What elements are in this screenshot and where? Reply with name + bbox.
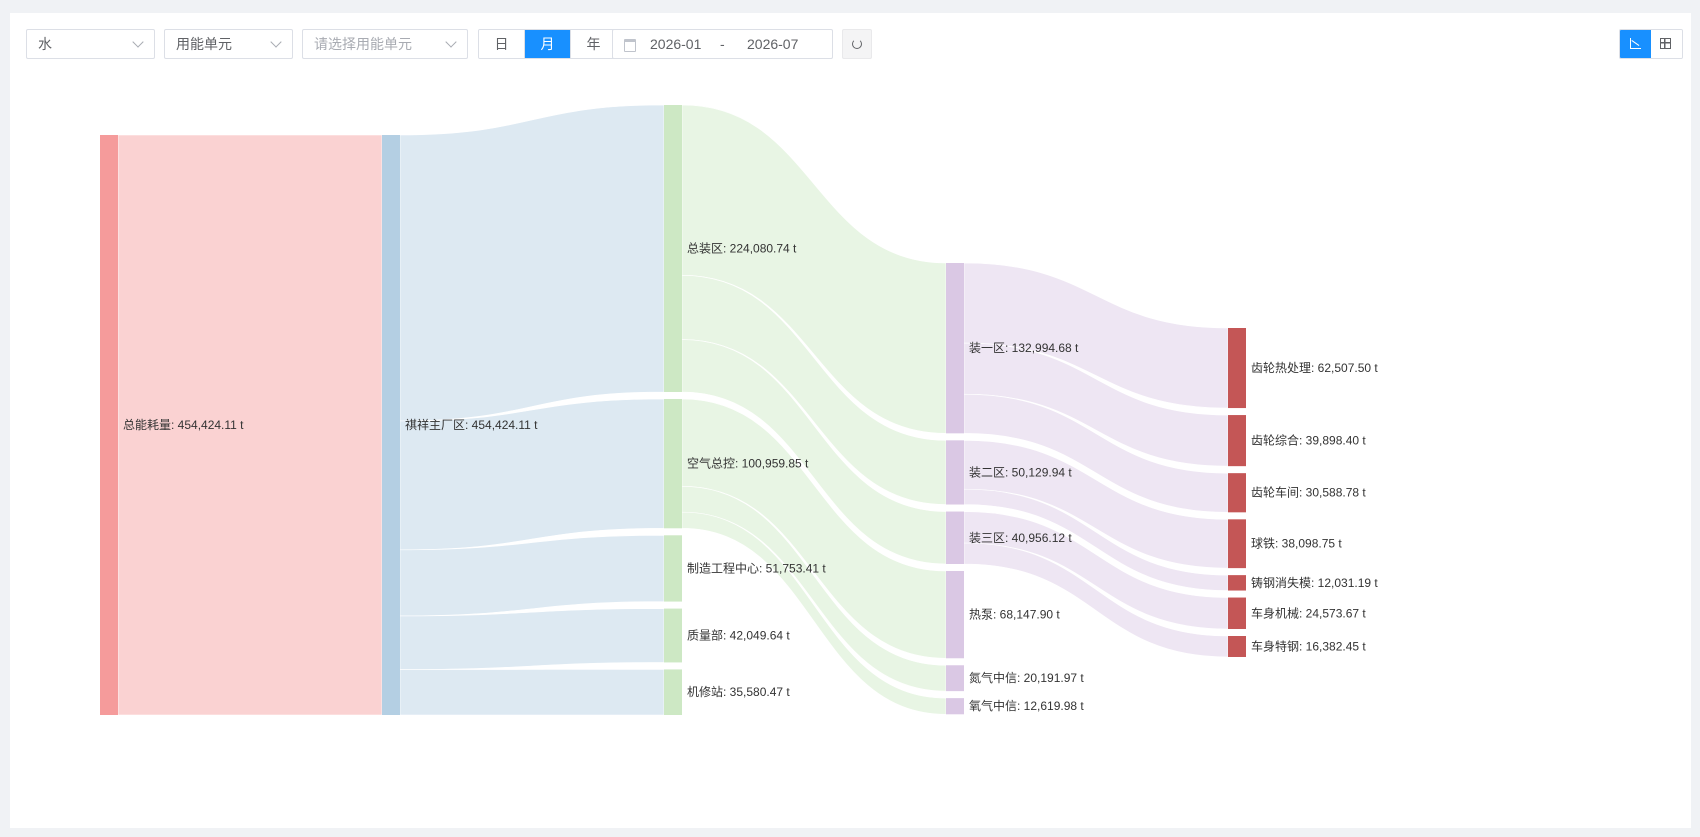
view-toggle xyxy=(1619,29,1683,59)
period-year-button[interactable]: 年 xyxy=(570,30,616,58)
chevron-down-icon xyxy=(132,36,144,48)
energy-type-value: 水 xyxy=(38,36,52,52)
sankey-label-repair: 机修站: 35,580.47 t xyxy=(687,684,790,699)
sankey-label-z1: 装一区: 132,994.68 t xyxy=(969,341,1079,355)
sankey-link-plant-quality[interactable] xyxy=(399,608,665,670)
sankey-label-z3: 装三区: 40,956.12 t xyxy=(969,531,1072,545)
sankey-node-cast[interactable] xyxy=(1228,575,1246,591)
sankey-label-total: 总能耗量: 454,424.11 t xyxy=(123,418,244,432)
sankey-node-repair[interactable] xyxy=(664,669,682,715)
date-range-picker[interactable]: 2026-01 - 2026-07 xyxy=(612,29,833,59)
sankey-node-iron[interactable] xyxy=(1228,519,1246,569)
sankey-label-bodysteel: 车身特钢: 16,382.45 t xyxy=(1251,638,1366,653)
chart-view-button[interactable] xyxy=(1620,30,1651,58)
table-icon xyxy=(1660,38,1671,49)
chart-icon xyxy=(1630,38,1641,49)
unit-type-value: 用能单元 xyxy=(176,36,232,52)
sankey-node-air[interactable] xyxy=(664,398,682,529)
period-month-button[interactable]: 月 xyxy=(524,30,570,58)
sankey-node-gearall[interactable] xyxy=(1228,415,1246,467)
sankey-node-mfg[interactable] xyxy=(664,535,682,602)
sankey-node-total[interactable] xyxy=(100,135,118,715)
sankey-label-air: 空气总控: 100,959.85 t xyxy=(687,456,809,471)
sankey-label-mfg: 制造工程中心: 51,753.41 t xyxy=(687,560,826,575)
sankey-label-bodymech: 车身机械: 24,573.67 t xyxy=(1251,605,1366,620)
sankey-label-gearheat: 齿轮热处理: 62,507.50 t xyxy=(1251,361,1378,375)
chevron-down-icon xyxy=(445,36,457,48)
sankey-link-plant-assembly[interactable] xyxy=(399,104,665,422)
unit-select[interactable]: 请选择用能单元 xyxy=(302,29,468,59)
sankey-node-n2[interactable] xyxy=(946,665,964,692)
sankey-node-gearheat[interactable] xyxy=(1228,328,1246,409)
chevron-down-icon xyxy=(270,36,282,48)
sankey-label-o2: 氧气中信: 12,619.98 t xyxy=(969,698,1084,713)
sankey-label-plant: 祺祥主厂区: 454,424.11 t xyxy=(405,418,538,432)
sankey-label-assembly: 总装区: 224,080.74 t xyxy=(687,241,797,255)
table-view-button[interactable] xyxy=(1651,30,1682,58)
main-card: 水 用能单元 请选择用能单元 日 月 年 2026-01 - 2026-07 总… xyxy=(10,13,1691,828)
sankey-node-quality[interactable] xyxy=(664,608,682,663)
sankey-node-o2[interactable] xyxy=(946,698,964,715)
sankey-node-z1[interactable] xyxy=(946,263,964,434)
date-start[interactable]: 2026-01 xyxy=(650,30,701,58)
sankey-label-gearshop: 齿轮车间: 30,588.78 t xyxy=(1251,485,1366,500)
refresh-button[interactable] xyxy=(842,29,872,59)
date-separator: - xyxy=(720,36,725,52)
sankey-link-plant-repair[interactable] xyxy=(399,669,665,716)
sankey-chart: 总能耗量: 454,424.11 t 祺祥主厂区: 454,424.11 t 总装区… xyxy=(100,104,1378,716)
sankey-node-z3[interactable] xyxy=(946,511,964,564)
sankey-label-n2: 氮气中信: 20,191.97 t xyxy=(969,670,1084,685)
unit-type-select[interactable]: 用能单元 xyxy=(164,29,293,59)
sankey-node-bodymech[interactable] xyxy=(1228,597,1246,630)
energy-type-select[interactable]: 水 xyxy=(26,29,155,59)
calendar-icon xyxy=(624,39,636,52)
date-end[interactable]: 2026-07 xyxy=(747,30,798,58)
period-toggle: 日 月 年 xyxy=(478,29,617,59)
period-day-button[interactable]: 日 xyxy=(479,30,524,58)
sankey-label-gearall: 齿轮综合: 39,898.40 t xyxy=(1251,433,1366,448)
sankey-label-cast: 铸钢消失模: 12,031.19 t xyxy=(1251,575,1378,590)
sankey-node-pump[interactable] xyxy=(946,570,964,659)
sankey-node-z2[interactable] xyxy=(946,440,964,505)
refresh-icon xyxy=(852,39,862,49)
unit-select-placeholder: 请选择用能单元 xyxy=(314,36,412,52)
sankey-node-gearshop[interactable] xyxy=(1228,473,1246,513)
sankey-label-quality: 质量部: 42,049.64 t xyxy=(687,628,790,643)
filter-toolbar: 水 用能单元 请选择用能单元 日 月 年 2026-01 - 2026-07 xyxy=(10,13,1691,83)
sankey-node-bodysteel[interactable] xyxy=(1228,636,1246,657)
sankey-label-z2: 装二区: 50,129.94 t xyxy=(969,465,1072,479)
sankey-label-iron: 球铁: 38,098.75 t xyxy=(1251,537,1342,551)
sankey-node-plant[interactable] xyxy=(382,135,400,715)
sankey-node-assembly[interactable] xyxy=(664,105,682,392)
sankey-label-pump: 热泵: 68,147.90 t xyxy=(969,608,1060,622)
